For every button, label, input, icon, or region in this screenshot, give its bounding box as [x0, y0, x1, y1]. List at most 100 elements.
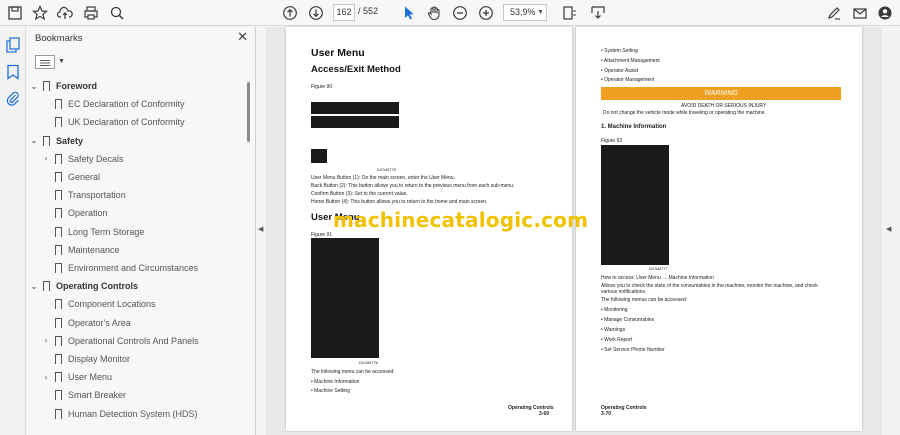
collapse-panel-icon[interactable]: ◀ — [258, 225, 263, 233]
bookmark-item[interactable]: ⌄ Safety — [29, 132, 83, 150]
bookmark-item[interactable]: Environment and Circumstances — [41, 259, 198, 277]
bookmark-icon — [43, 135, 50, 149]
star-icon[interactable] — [31, 4, 49, 22]
bookmark-item[interactable]: Transportation — [41, 186, 126, 204]
bookmark-icon — [55, 408, 62, 422]
bookmark-item[interactable]: › User Menu — [41, 368, 112, 386]
next-page-icon[interactable] — [307, 4, 325, 22]
attachment-icon[interactable] — [5, 90, 21, 106]
pages-thumbnail-icon[interactable] — [5, 37, 21, 53]
page-subheading: Access/Exit Method — [311, 64, 401, 75]
close-icon[interactable]: ✕ — [237, 30, 248, 45]
warning-text: AVOID DEATH OR SERIOUS INJURY — [681, 103, 767, 109]
list-item: Operator Assist — [601, 68, 638, 74]
navigation-rail — [0, 27, 26, 435]
bookmark-item[interactable]: Component Locations — [41, 295, 156, 313]
hand-tool-icon[interactable] — [425, 4, 443, 22]
chevron-right-icon[interactable]: › — [41, 373, 51, 382]
pdf-page-right: System Setting Attachment Management Ope… — [576, 27, 862, 431]
previous-page-icon[interactable] — [281, 4, 299, 22]
body-text: How to access: User Menu → Machine Infor… — [601, 275, 714, 281]
bookmark-icon — [43, 281, 50, 295]
bookmark-label: Operating Controls — [56, 281, 139, 292]
zoom-search-icon[interactable] — [108, 4, 126, 22]
bookmark-label: Transportation — [68, 190, 126, 201]
figure-image — [311, 116, 399, 128]
print-icon[interactable] — [82, 4, 100, 22]
bookmark-item[interactable]: › Safety Decals — [41, 150, 124, 168]
bookmark-item[interactable]: EC Declaration of Conformity — [41, 95, 185, 113]
body-text: The following menus can be accessed: — [601, 297, 688, 303]
bookmark-icon — [55, 226, 62, 240]
section-heading: 1. Machine Information — [601, 124, 667, 130]
zoom-in-icon[interactable] — [477, 4, 495, 22]
warning-banner: WARNING — [601, 87, 841, 100]
bookmark-label: Operational Controls And Panels — [68, 335, 199, 346]
figure-image — [311, 149, 327, 163]
bookmark-item[interactable]: ⌄ Operating Controls — [29, 277, 138, 295]
bookmark-item[interactable]: Human Detection System (HDS) — [41, 405, 198, 423]
zoom-out-icon[interactable] — [451, 4, 469, 22]
bookmark-item[interactable]: General — [41, 168, 100, 186]
body-text: The following menu can be accessed: — [311, 369, 395, 375]
bookmark-item[interactable]: ⌄ Foreword — [29, 77, 97, 95]
figure-image — [601, 145, 669, 265]
figure-image — [311, 238, 379, 358]
bookmark-item[interactable]: Operation — [41, 204, 108, 222]
account-icon[interactable] — [876, 4, 894, 22]
chevron-down-icon[interactable]: ⌄ — [29, 82, 39, 91]
list-item: Manage Consumables — [601, 317, 654, 323]
figure-code: DX340776 — [359, 360, 378, 365]
body-text: Home Button (4): This button allows you … — [311, 199, 488, 205]
list-item: Warnings — [601, 327, 625, 333]
chevron-right-icon[interactable]: › — [41, 154, 51, 163]
bookmark-label: UK Declaration of Conformity — [68, 117, 185, 128]
bookmark-item[interactable]: Operator's Area — [41, 314, 131, 332]
pen-sign-icon[interactable] — [825, 4, 843, 22]
bookmarks-header: Bookmarks ✕ — [27, 27, 256, 52]
list-item: Machine Information — [311, 379, 359, 385]
bookmark-scrollbar[interactable] — [247, 82, 250, 392]
expand-panel-icon[interactable]: ◀ — [886, 225, 891, 233]
figure-code: DX340777 — [649, 266, 668, 271]
chevron-down-icon[interactable]: ▼ — [537, 9, 544, 16]
bookmark-label: Long Term Storage — [68, 226, 145, 237]
bookmark-item[interactable]: UK Declaration of Conformity — [41, 113, 185, 131]
cloud-upload-icon[interactable] — [56, 4, 74, 22]
page-number-input[interactable]: 162 — [333, 4, 355, 21]
bookmark-item[interactable]: Long Term Storage — [41, 223, 144, 241]
fit-page-icon[interactable] — [560, 4, 578, 22]
mail-icon[interactable] — [851, 4, 869, 22]
footer-page: 3-69 — [539, 411, 550, 417]
bookmark-icon — [55, 317, 62, 331]
bookmark-label: General — [68, 172, 101, 182]
body-text: Confirm Button (3): Set to the current v… — [311, 191, 408, 197]
bookmark-label: Operation — [68, 208, 108, 219]
list-item: System Setting — [601, 48, 638, 54]
bookmark-item[interactable]: Maintenance — [41, 241, 120, 259]
bookmark-icon — [55, 372, 62, 386]
scrollbar-thumb[interactable] — [247, 82, 250, 142]
select-cursor-icon[interactable] — [400, 4, 418, 22]
bookmarks-panel: Bookmarks ✕ ▼ ⌄ Foreword EC Declaration of… — [27, 27, 256, 435]
bookmark-options-icon[interactable] — [35, 55, 55, 69]
bookmarks-title: Bookmarks — [35, 33, 83, 44]
chevron-right-icon[interactable]: › — [41, 336, 51, 345]
bookmark-label: Environment and Circumstances — [68, 263, 199, 273]
bookmark-icon — [55, 153, 62, 167]
chevron-down-icon[interactable]: ⌄ — [29, 282, 39, 291]
bookmark-item[interactable]: › Operational Controls And Panels — [41, 332, 199, 350]
bookmark-icon — [55, 390, 62, 404]
bookmark-icon — [55, 172, 62, 185]
bookmark-item[interactable]: Smart Breaker — [41, 386, 126, 404]
bookmark-label: User Menu — [68, 372, 113, 383]
bookmark-icon — [55, 354, 62, 367]
bookmark-icon — [43, 81, 50, 94]
chevron-down-icon[interactable]: ⌄ — [29, 136, 39, 145]
bookmark-panel-icon[interactable] — [5, 64, 21, 80]
bookmark-label: Safety Decals — [68, 153, 124, 164]
save-icon[interactable] — [6, 4, 24, 22]
chevron-down-icon[interactable]: ▼ — [58, 58, 65, 65]
comment-tool-icon[interactable] — [589, 4, 607, 22]
bookmark-item[interactable]: Display Monitor — [41, 350, 130, 368]
